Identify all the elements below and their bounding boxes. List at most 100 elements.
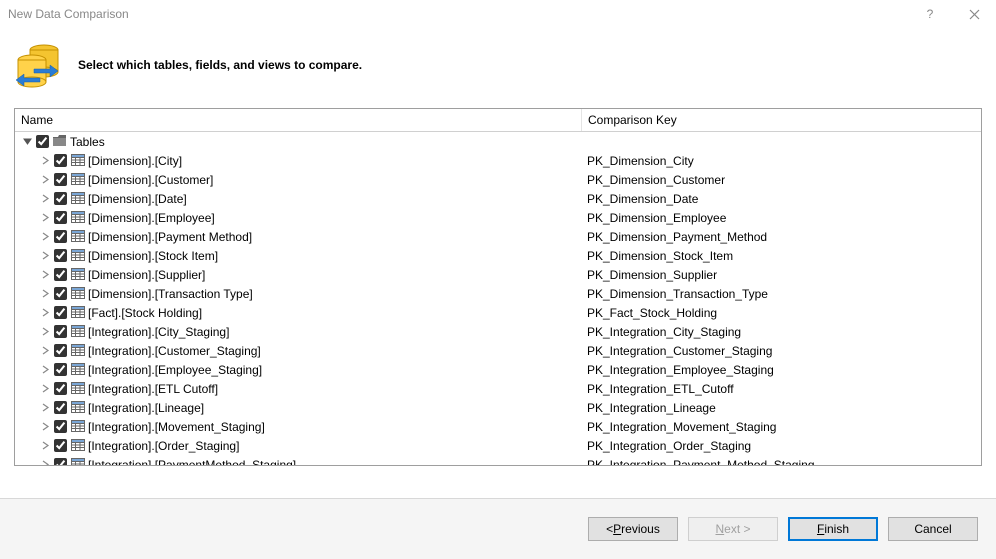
row-checkbox[interactable]: [54, 382, 67, 395]
previous-button[interactable]: < Previous: [588, 517, 678, 541]
table-icon: [71, 192, 85, 206]
table-row[interactable]: [Fact].[Stock Holding] PK_Fact_Stock_Hold…: [15, 303, 981, 322]
chevron-right-icon[interactable]: [40, 251, 50, 261]
chevron-right-icon[interactable]: [40, 213, 50, 223]
row-key: PK_Integration_City_Staging: [587, 325, 741, 339]
table-row[interactable]: [Integration].[PaymentMethod_Staging] PK_…: [15, 455, 981, 465]
grid-body[interactable]: Tables [Dimension].[City]PK_Dimension_Ci…: [15, 132, 981, 465]
chevron-right-icon[interactable]: [40, 175, 50, 185]
row-checkbox[interactable]: [54, 249, 67, 262]
chevron-right-icon[interactable]: [40, 270, 50, 280]
table-row[interactable]: [Dimension].[Transaction Type]PK_Dimensi…: [15, 284, 981, 303]
intro-caption: Select which tables, fields, and views t…: [78, 58, 362, 72]
row-checkbox[interactable]: [54, 306, 67, 319]
chevron-down-icon[interactable]: [22, 137, 32, 147]
help-button[interactable]: ?: [908, 0, 952, 28]
row-checkbox[interactable]: [54, 401, 67, 414]
table-row[interactable]: [Integration].[Lineage] PK_Integration_Li…: [15, 398, 981, 417]
folder-icon: [53, 135, 67, 149]
row-name: [Dimension].[Date]: [88, 192, 187, 206]
row-name: [Fact].[Stock Holding]: [88, 306, 202, 320]
row-checkbox[interactable]: [54, 230, 67, 243]
table-row[interactable]: [Integration].[Movement_Staging]PK_Integ…: [15, 417, 981, 436]
row-name: [Dimension].[Employee]: [88, 211, 215, 225]
row-checkbox[interactable]: [54, 363, 67, 376]
table-row[interactable]: [Integration].[Employee_Staging]PK_Integ…: [15, 360, 981, 379]
table-row[interactable]: [Integration].[Customer_Staging]PK_Integ…: [15, 341, 981, 360]
row-checkbox[interactable]: [54, 458, 67, 465]
table-icon: [71, 230, 85, 244]
row-key: PK_Dimension_Supplier: [587, 268, 717, 282]
chevron-right-icon[interactable]: [40, 327, 50, 337]
chevron-right-icon[interactable]: [40, 346, 50, 356]
table-row[interactable]: [Integration].[City_Staging] PK_Integrati…: [15, 322, 981, 341]
chevron-right-icon[interactable]: [40, 460, 50, 466]
row-key: PK_Integration_Payment_Method_Staging: [587, 458, 815, 466]
chevron-right-icon[interactable]: [40, 308, 50, 318]
row-name: [Integration].[PaymentMethod_Staging]: [88, 458, 296, 466]
column-header-name[interactable]: Name: [21, 113, 581, 127]
row-name: [Integration].[City_Staging]: [88, 325, 229, 339]
row-checkbox[interactable]: [54, 211, 67, 224]
row-checkbox[interactable]: [54, 268, 67, 281]
table-row[interactable]: [Dimension].[Date]PK_Dimension_Date: [15, 189, 981, 208]
row-key: PK_Integration_Order_Staging: [587, 439, 751, 453]
chevron-right-icon[interactable]: [40, 194, 50, 204]
finish-button[interactable]: Finish: [788, 517, 878, 541]
table-icon: [71, 382, 85, 396]
chevron-right-icon[interactable]: [40, 365, 50, 375]
table-row[interactable]: [Dimension].[Employee]PK_Dimension_Emplo…: [15, 208, 981, 227]
help-icon: ?: [927, 7, 934, 21]
chevron-right-icon[interactable]: [40, 289, 50, 299]
row-checkbox[interactable]: [54, 439, 67, 452]
table-icon: [71, 420, 85, 434]
table-row[interactable]: [Dimension].[Supplier]PK_Dimension_Suppl…: [15, 265, 981, 284]
table-icon: [71, 344, 85, 358]
row-key: PK_Fact_Stock_Holding: [587, 306, 717, 320]
row-name: [Dimension].[Stock Item]: [88, 249, 218, 263]
row-key: PK_Dimension_Customer: [587, 173, 725, 187]
chevron-right-icon[interactable]: [40, 441, 50, 451]
database-compare-icon: [10, 38, 64, 92]
intro-section: Select which tables, fields, and views t…: [0, 28, 996, 102]
table-icon: [71, 249, 85, 263]
row-checkbox[interactable]: [54, 192, 67, 205]
group-label: Tables: [70, 135, 105, 149]
chevron-right-icon[interactable]: [40, 403, 50, 413]
row-checkbox[interactable]: [54, 173, 67, 186]
wizard-button-bar: < Previous Next > Finish Cancel: [0, 498, 996, 559]
row-checkbox[interactable]: [54, 344, 67, 357]
table-row[interactable]: [Integration].[Order_Staging] PK_Integrat…: [15, 436, 981, 455]
table-icon: [71, 306, 85, 320]
table-row[interactable]: [Integration].[ETL Cutoff]PK_Integration…: [15, 379, 981, 398]
row-key: PK_Integration_Lineage: [587, 401, 716, 415]
row-name: [Integration].[Order_Staging]: [88, 439, 239, 453]
table-icon: [71, 439, 85, 453]
group-checkbox[interactable]: [36, 135, 49, 148]
comparison-grid: Name Comparison Key Tables [Dimension].[…: [14, 108, 982, 466]
chevron-right-icon[interactable]: [40, 422, 50, 432]
table-row[interactable]: [Dimension].[Stock Item] PK_Dimension_Sto…: [15, 246, 981, 265]
row-name: [Integration].[Employee_Staging]: [88, 363, 262, 377]
chevron-right-icon[interactable]: [40, 232, 50, 242]
table-icon: [71, 363, 85, 377]
table-row[interactable]: [Dimension].[Payment Method]PK_Dimension…: [15, 227, 981, 246]
row-key: PK_Integration_Movement_Staging: [587, 420, 776, 434]
row-checkbox[interactable]: [54, 420, 67, 433]
close-button[interactable]: [952, 0, 996, 28]
table-row[interactable]: [Dimension].[Customer]PK_Dimension_Custo…: [15, 170, 981, 189]
row-name: [Dimension].[Payment Method]: [88, 230, 252, 244]
row-checkbox[interactable]: [54, 154, 67, 167]
table-icon: [71, 458, 85, 466]
chevron-right-icon[interactable]: [40, 384, 50, 394]
row-checkbox[interactable]: [54, 287, 67, 300]
row-name: [Integration].[Lineage]: [88, 401, 204, 415]
cancel-button[interactable]: Cancel: [888, 517, 978, 541]
group-row-tables[interactable]: Tables: [15, 132, 981, 151]
row-checkbox[interactable]: [54, 325, 67, 338]
column-header-key[interactable]: Comparison Key: [581, 109, 981, 131]
table-row[interactable]: [Dimension].[City]PK_Dimension_City: [15, 151, 981, 170]
chevron-right-icon[interactable]: [40, 156, 50, 166]
row-key: PK_Dimension_Stock_Item: [587, 249, 733, 263]
table-icon: [71, 325, 85, 339]
